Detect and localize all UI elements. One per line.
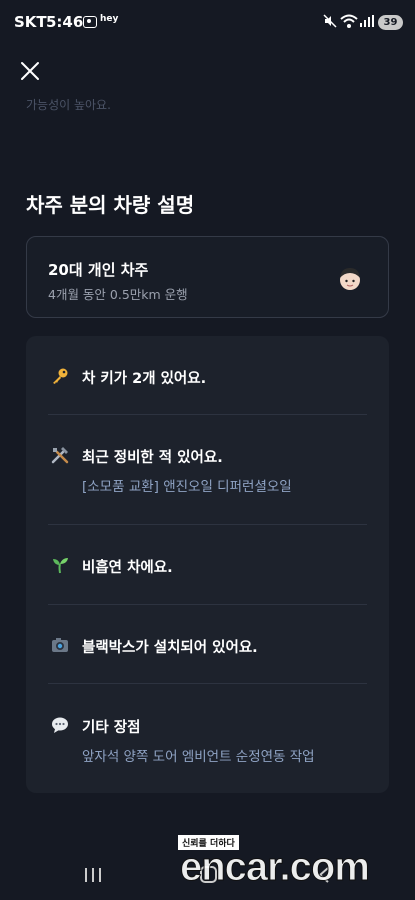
feature-subtitle: [소모품 교환] 앤진오일 디퍼런셜오일 (82, 479, 292, 495)
feature-title: 블랙박스가 설치되어 있어요. (82, 640, 258, 656)
owner-name: 20대 개인 차주 (48, 261, 149, 279)
divider (48, 524, 367, 525)
divider (48, 683, 367, 684)
section-title: 차주 분의 차량 설명 (26, 193, 195, 217)
features-card: 차 키가 2개 있어요. 최근 정비한 적 있어요. [소모품 교환] 앤진오일… (26, 336, 389, 793)
divider (48, 604, 367, 605)
person-emoji-icon (340, 268, 360, 290)
scrolled-text: 가능성이 높아요. (26, 98, 111, 112)
feature-title: 최근 정비한 적 있어요. (82, 450, 223, 466)
owner-usage: 4개월 동안 0.5만km 운행 (48, 287, 188, 302)
speech-bubble-icon (52, 717, 68, 733)
owner-card: 20대 개인 차주 4개월 동안 0.5만km 운행 (26, 236, 389, 318)
watermark-logo: encar.com (180, 845, 371, 890)
seedling-icon (53, 558, 68, 574)
battery-indicator: 39 (378, 15, 403, 30)
hey-label: hey (100, 14, 119, 24)
carrier-label: SKT (14, 13, 47, 31)
feature-title: 비흡연 차에요. (82, 560, 173, 576)
status-bar: SKT 5:46 hey 39 (0, 0, 415, 46)
feature-title: 기타 장점 (82, 720, 141, 736)
recent-apps-icon[interactable] (84, 867, 102, 883)
signal-icon (360, 15, 374, 27)
key-icon (53, 368, 68, 384)
mute-icon (323, 14, 337, 28)
hey-app-icon (83, 16, 97, 28)
camera-icon (52, 638, 68, 652)
feature-subtitle: 앞자석 양쪽 도어 엠비언트 순정연동 작업 (82, 749, 315, 765)
feature-title: 차 키가 2개 있어요. (82, 371, 207, 387)
close-icon[interactable] (18, 59, 42, 83)
divider (48, 414, 367, 415)
clock: 5:46 (46, 13, 84, 31)
wifi-icon (340, 14, 358, 28)
tools-icon (51, 447, 69, 464)
